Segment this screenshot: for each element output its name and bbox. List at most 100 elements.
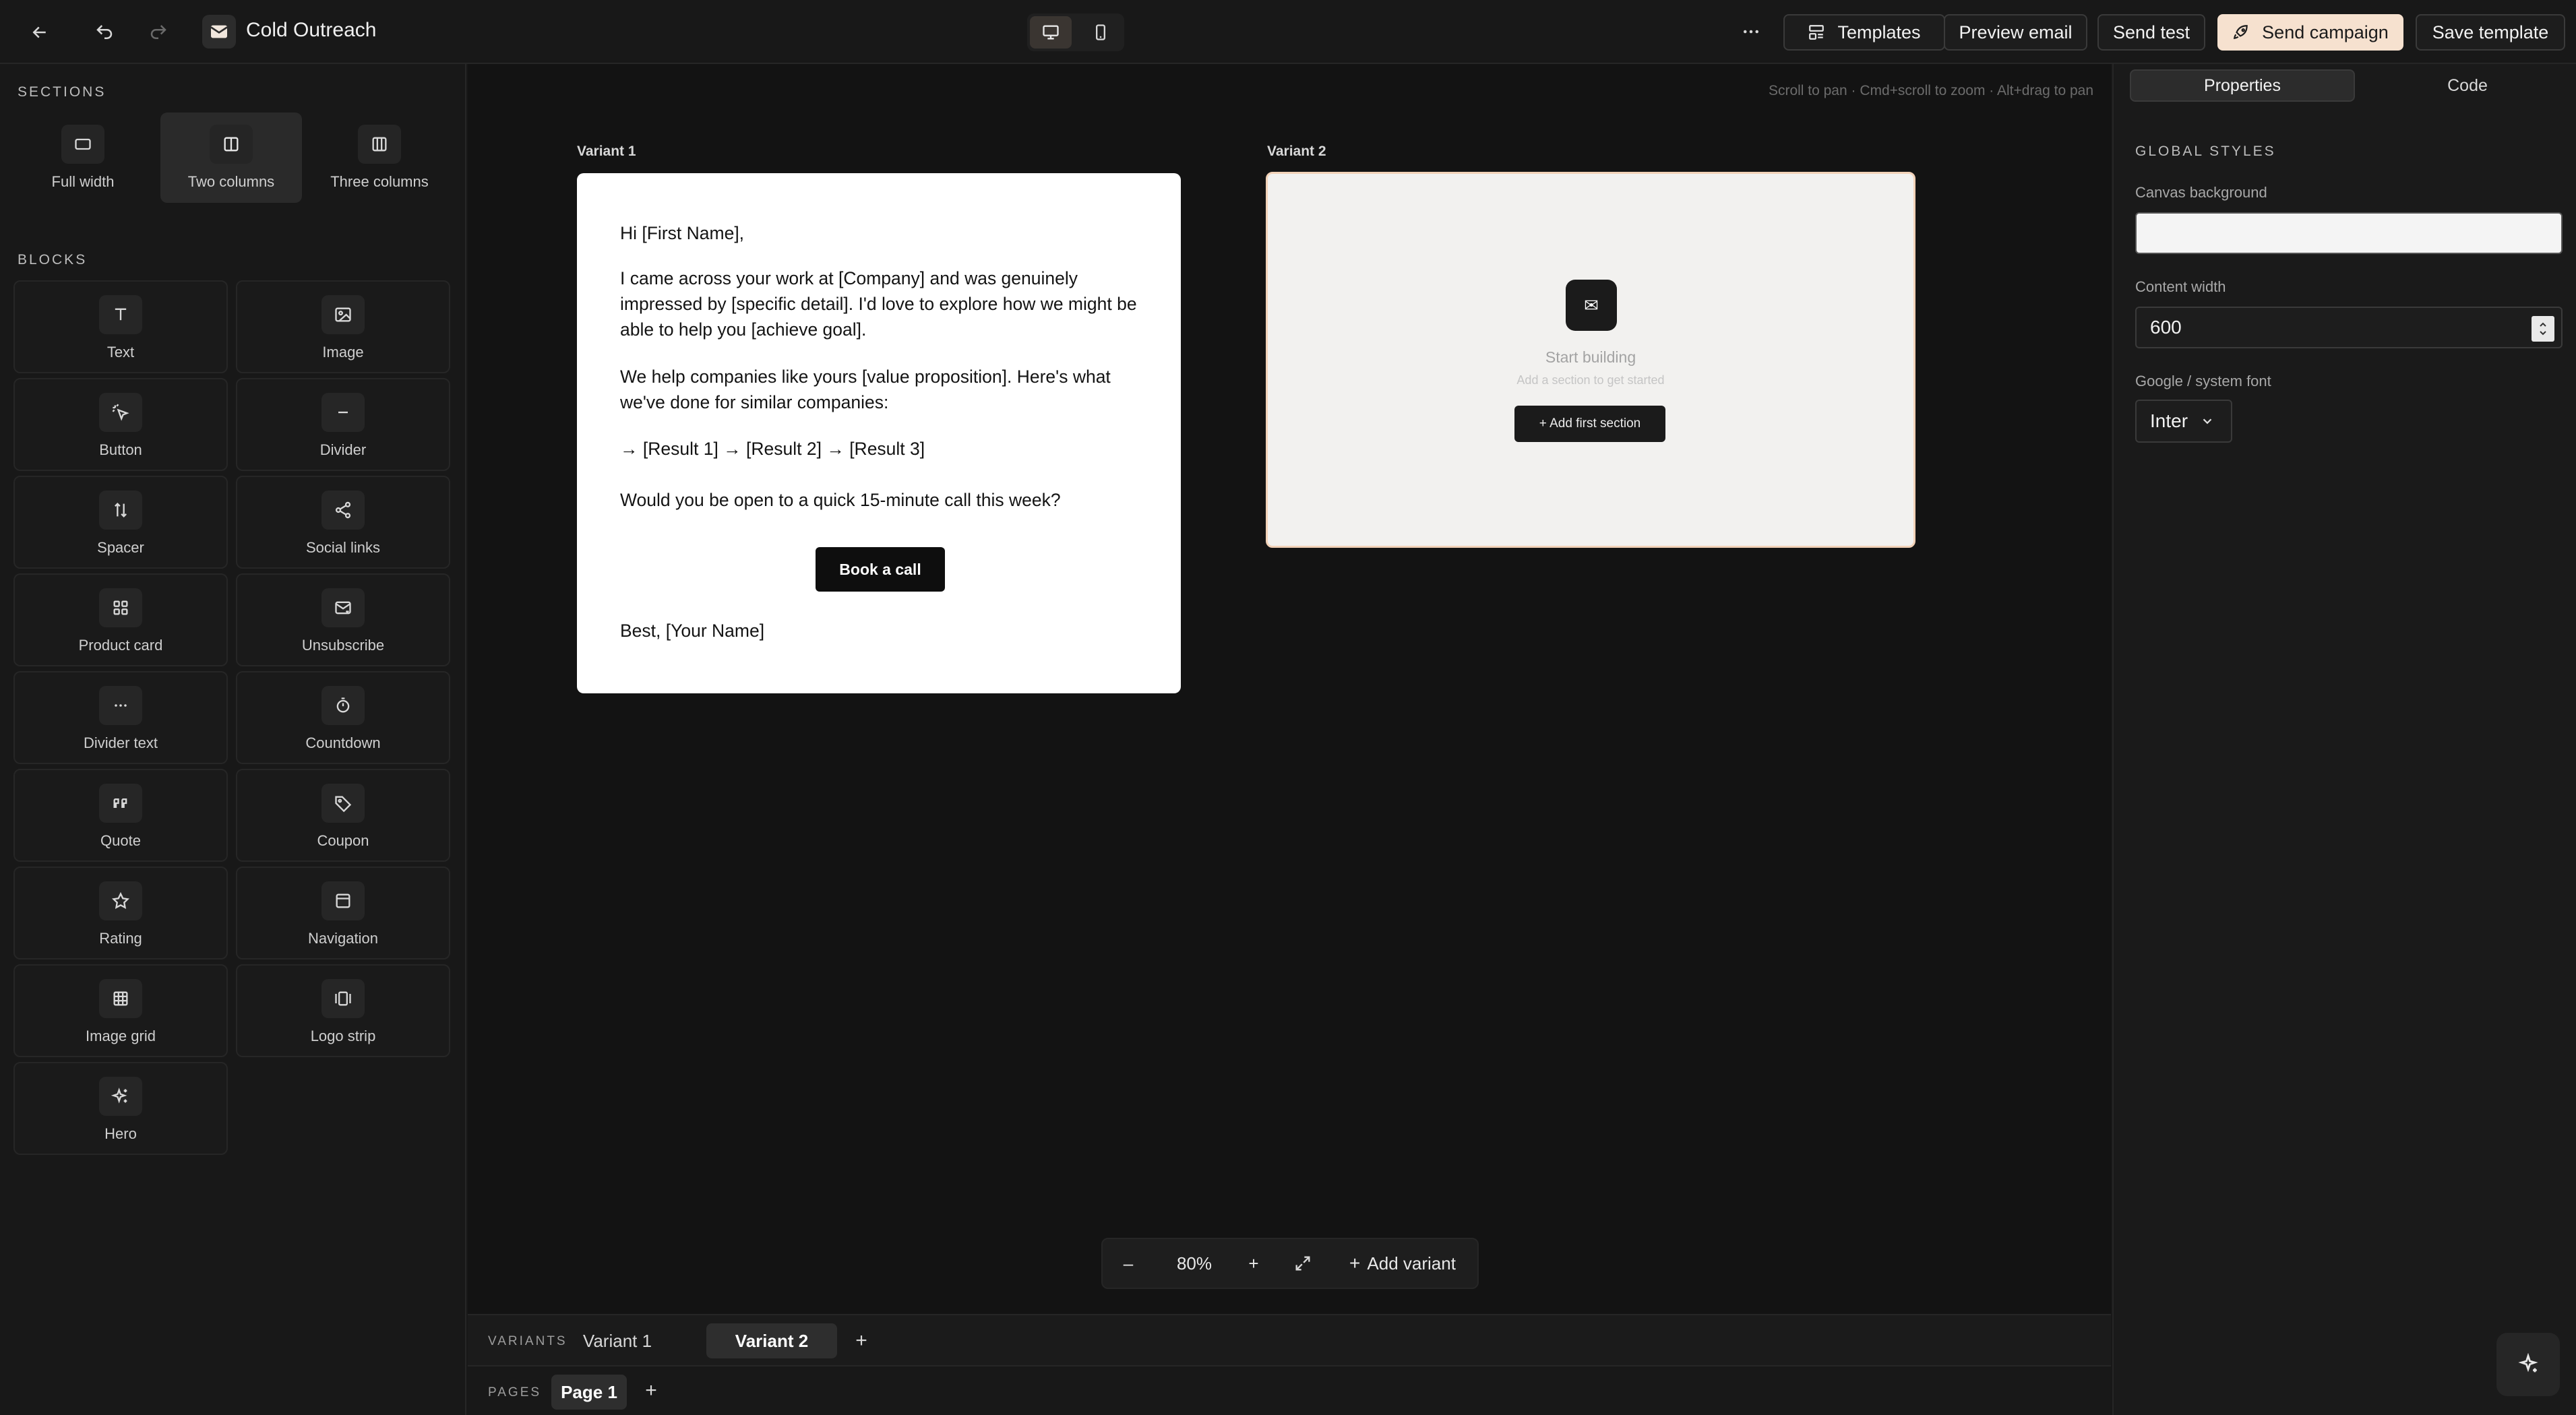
back-arrow-icon[interactable] [23,15,57,49]
font-select[interactable]: Inter [2135,400,2232,443]
pages-label: PAGES [488,1385,542,1400]
editor-canvas[interactable]: Scroll to pan · Cmd+scroll to zoom · Alt… [468,64,2111,1314]
email-signoff[interactable]: Best, [Your Name] [620,618,1146,643]
spacer-icon [99,491,142,530]
email-results-line[interactable]: → [Result 1] → [Result 2] → [Result 3] [620,436,1146,462]
block-navigation[interactable]: Navigation [236,867,450,960]
canvas-background-label: Canvas background [2135,184,2267,201]
sections-heading: SECTIONS [18,84,106,100]
block-label: Coupon [317,832,369,849]
block-label: Countdown [305,734,381,751]
block-unsubscribe[interactable]: Unsubscribe [236,573,450,666]
grid-icon [99,588,142,627]
content-width-input[interactable]: 600 [2135,307,2563,348]
block-spacer[interactable]: Spacer [13,476,228,569]
ai-assistant-sparkle-icon[interactable] [2496,1333,2560,1396]
block-label: Divider text [83,734,158,751]
canvas-hint: Scroll to pan · Cmd+scroll to zoom · Alt… [1768,83,2093,98]
email-paragraph-2[interactable]: We help companies like yours [value prop… [620,364,1146,415]
blocks-heading: BLOCKS [18,252,88,268]
block-quote[interactable]: Quote [13,769,228,862]
variants-bar: VARIANTS Variant 1 Variant 2 + [468,1314,2111,1365]
block-image[interactable]: Image [236,280,450,373]
zoom-in-button[interactable]: + [1235,1239,1272,1288]
book-a-call-button[interactable]: Book a call [816,547,945,592]
mail-icon [202,15,236,49]
block-text[interactable]: Text [13,280,228,373]
app-title: Cold Outreach [246,19,377,41]
desktop-view-button[interactable] [1030,16,1072,49]
three-columns-icon [358,125,401,164]
divider-icon [321,393,365,432]
tab-code[interactable]: Code [2359,69,2576,102]
font-value: Inter [2150,410,2188,431]
block-image-grid[interactable]: Image grid [13,964,228,1057]
block-label: Image [322,344,364,360]
block-hero[interactable]: Hero [13,1062,228,1155]
block-label: Unsubscribe [301,637,385,654]
empty-state-title: Start building [1545,348,1636,366]
pointer-icon [99,393,142,432]
preview-email-button[interactable]: Preview email [1944,14,2087,51]
tab-page-1[interactable]: Page 1 [551,1375,627,1410]
block-label: Image grid [86,1028,156,1044]
save-template-button[interactable]: Save template [2416,14,2565,51]
section-three-columns[interactable]: Three columns [309,113,450,203]
templates-icon [1808,24,1825,41]
quote-icon [99,784,142,823]
dots-icon [99,686,142,725]
content-width-label: Content width [2135,278,2226,295]
add-page-button[interactable]: + [636,1376,666,1406]
sparkles-icon [99,1077,142,1116]
block-countdown[interactable]: Countdown [236,671,450,764]
section-full-width[interactable]: Full width [12,113,154,203]
zoom-toolbar: – 80% + + Add variant [1101,1238,1479,1289]
undo-icon[interactable] [88,15,121,49]
tab-variant-2[interactable]: Variant 2 [706,1323,837,1358]
email-preview-variant-1[interactable]: Hi [First Name], I came across your work… [577,173,1181,693]
content-width-stepper[interactable] [2532,316,2554,342]
star-icon [99,881,142,920]
templates-label: Templates [1837,22,1921,42]
tab-properties[interactable]: Properties [2130,69,2355,102]
chevron-down-icon [2200,414,2215,429]
two-columns-icon [210,125,253,164]
block-divider[interactable]: Divider [236,378,450,471]
mobile-view-button[interactable] [1080,16,1122,49]
global-styles-heading: GLOBAL STYLES [2135,144,2276,159]
zoom-out-button[interactable]: – [1109,1239,1147,1288]
tab-variant-1[interactable]: Variant 1 [581,1323,654,1358]
tag-icon [321,784,365,823]
variant-1-label: Variant 1 [577,144,636,159]
block-coupon[interactable]: Coupon [236,769,450,862]
block-product-card[interactable]: Product card [13,573,228,666]
redo-icon[interactable] [142,15,175,49]
image-icon [321,295,365,334]
block-label: Logo strip [310,1028,376,1044]
gallery-icon [321,979,365,1018]
canvas-background-input[interactable] [2135,212,2563,254]
block-rating[interactable]: Rating [13,867,228,960]
email-paragraph-1[interactable]: I came across your work at [Company] and… [620,265,1146,342]
email-paragraph-3[interactable]: Would you be open to a quick 15-minute c… [620,487,1146,513]
top-bar: Cold Outreach Templates Preview email Se… [0,0,2576,64]
send-campaign-button[interactable]: Send campaign [2217,14,2403,51]
block-label: Product card [78,637,163,654]
section-two-columns[interactable]: Two columns [160,113,302,203]
email-preview-variant-2[interactable]: ✉ Start building Add a section to get st… [1266,172,1915,548]
more-options-icon[interactable] [1734,15,1769,49]
templates-button[interactable]: Templates [1783,14,1945,51]
block-social-links[interactable]: Social links [236,476,450,569]
block-label: Rating [99,930,142,947]
add-first-section-button[interactable]: + Add first section [1514,406,1665,442]
table-icon [99,979,142,1018]
email-greeting[interactable]: Hi [First Name], [620,220,1146,246]
block-divider-text[interactable]: Divider text [13,671,228,764]
fit-to-screen-icon[interactable] [1281,1239,1325,1288]
block-logo-strip[interactable]: Logo strip [236,964,450,1057]
timer-icon [321,686,365,725]
add-variant-button[interactable]: + Add variant [1332,1239,1473,1288]
block-button[interactable]: Button [13,378,228,471]
send-test-button[interactable]: Send test [2097,14,2205,51]
add-variant-tab-button[interactable]: + [847,1326,876,1356]
